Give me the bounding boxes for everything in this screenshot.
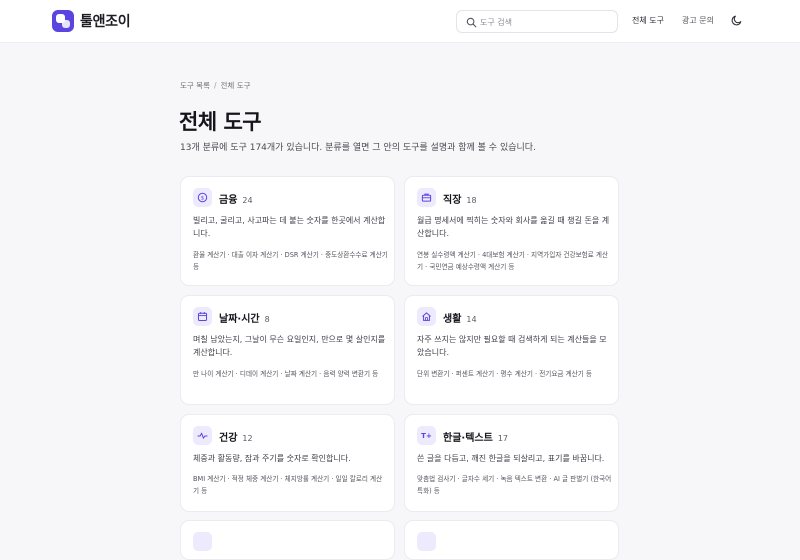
- category-tool-list: BMI 계산기 · 적정 체중 계산기 · 체지방률 계산기 · 일일 칼로리 …: [193, 475, 383, 495]
- category-count: 12: [242, 434, 253, 443]
- category-name: 날짜·시간: [219, 314, 260, 325]
- nav-ad-inquiry[interactable]: 광고 문의: [682, 15, 714, 26]
- category-name: 건강: [219, 433, 238, 444]
- category-name: 생활: [443, 314, 462, 325]
- category-card-health[interactable]: 건강 12 체중과 활동량, 잠과 주기를 숫자로 확인합니다. BMI 계산기 …: [180, 414, 395, 512]
- breadcrumb-separator: /: [213, 81, 217, 90]
- category-card-finance[interactable]: $ 금융 24 빌리고, 굴리고, 사고파는 데 붙는 숫자를 한곳에서 계산합니…: [180, 176, 395, 286]
- search-icon: [466, 17, 477, 28]
- category-card-life[interactable]: 생활 14 자주 쓰지는 않지만 필요할 때 검색하게 되는 계산들을 모았습니다…: [404, 295, 619, 405]
- category-title: 금융 24: [219, 191, 253, 206]
- category-description: 체중과 활동량, 잠과 주기를 숫자로 확인합니다.: [193, 454, 351, 463]
- category-title: 건강 12: [219, 429, 253, 444]
- category-tool-list: 단위 변환기 · 퍼센트 계산기 · 평수 계산기 · 전기요금 계산기 등: [417, 370, 592, 378]
- category-description: 며칠 남았는지, 그날이 무슨 요일인지, 만으로 몇 살인지를 계산합니다.: [193, 335, 386, 357]
- brand-name[interactable]: 툴앤조이: [80, 11, 131, 31]
- calendar-icon: [193, 307, 212, 326]
- pulse-icon: [193, 426, 212, 445]
- briefcase-icon: [417, 188, 436, 207]
- category-description: 월급 명세서에 찍히는 숫자와 회사를 옮길 때 챙길 돈을 계산합니다.: [417, 216, 610, 238]
- category-count: 24: [242, 196, 253, 205]
- category-card-partial[interactable]: [180, 520, 395, 560]
- logo-icon[interactable]: [52, 10, 74, 32]
- category-card-partial[interactable]: [404, 520, 619, 560]
- category-tool-list: 환율 계산기 · 대출 이자 계산기 · DSR 계산기 · 중도상환수수료 계…: [193, 251, 388, 271]
- nav-all-tools[interactable]: 전체 도구: [632, 15, 664, 26]
- category-title: 한글·텍스트 17: [443, 429, 508, 444]
- category-title: 날짜·시간 8: [219, 310, 270, 325]
- category-description: 빌리고, 굴리고, 사고파는 데 붙는 숫자를 한곳에서 계산합니다.: [193, 216, 386, 238]
- coin-icon: $: [193, 188, 212, 207]
- category-title: 생활 14: [443, 310, 477, 325]
- category-tool-list: 맞춤법 검사기 · 글자수 세기 · 녹음 텍스트 변환 · AI 글 판별기 …: [417, 475, 612, 495]
- home-icon: [417, 307, 436, 326]
- category-card-hangul-text[interactable]: T+ 한글·텍스트 17 쓴 글을 다듬고, 깨진 한글을 되살리고, 표기를 바…: [404, 414, 619, 512]
- category-count: 18: [466, 196, 477, 205]
- category-name: 금융: [219, 195, 238, 206]
- site-header: 툴앤조이 전체 도구 광고 문의: [0, 0, 800, 43]
- category-title: 직장 18: [443, 191, 477, 206]
- moon-icon[interactable]: [731, 14, 743, 26]
- category-card-date-time[interactable]: 날짜·시간 8 며칠 남았는지, 그날이 무슨 요일인지, 만으로 몇 살인지를 …: [180, 295, 395, 405]
- category-count: 17: [497, 434, 508, 443]
- category-count: 8: [264, 315, 270, 324]
- category-description: 자주 쓰지는 않지만 필요할 때 검색하게 되는 계산들을 모았습니다.: [417, 335, 607, 357]
- category-icon: [193, 532, 212, 551]
- search-input[interactable]: [480, 14, 610, 30]
- svg-text:$: $: [201, 196, 205, 202]
- breadcrumb: 도구 목록 / 전체 도구: [180, 80, 251, 91]
- category-description: 쓴 글을 다듬고, 깨진 한글을 되살리고, 표기를 바꿉니다.: [417, 454, 605, 463]
- text-size-icon: T+: [417, 426, 436, 445]
- category-icon: [417, 532, 436, 551]
- category-name: 한글·텍스트: [443, 433, 493, 444]
- category-count: 14: [466, 315, 477, 324]
- category-card-work[interactable]: 직장 18 월급 명세서에 찍히는 숫자와 회사를 옮길 때 챙길 돈을 계산합니…: [404, 176, 619, 286]
- page-title: 전체 도구: [179, 110, 262, 134]
- category-name: 직장: [443, 195, 462, 206]
- category-tool-list: 만 나이 계산기 · 디데이 계산기 · 날짜 계산기 · 음력 양력 변환기 …: [193, 370, 379, 378]
- breadcrumb-tool-list[interactable]: 도구 목록: [180, 80, 210, 91]
- page-subtitle: 13개 분류에 도구 174개가 있습니다. 분류를 열면 그 안의 도구를 설…: [180, 143, 536, 153]
- breadcrumb-current: 전체 도구: [220, 81, 251, 90]
- category-tool-list: 연봉 실수령액 계산기 · 4대보험 계산기 · 지역가입자 건강보험료 계산기…: [417, 251, 609, 271]
- search-box[interactable]: [456, 10, 618, 33]
